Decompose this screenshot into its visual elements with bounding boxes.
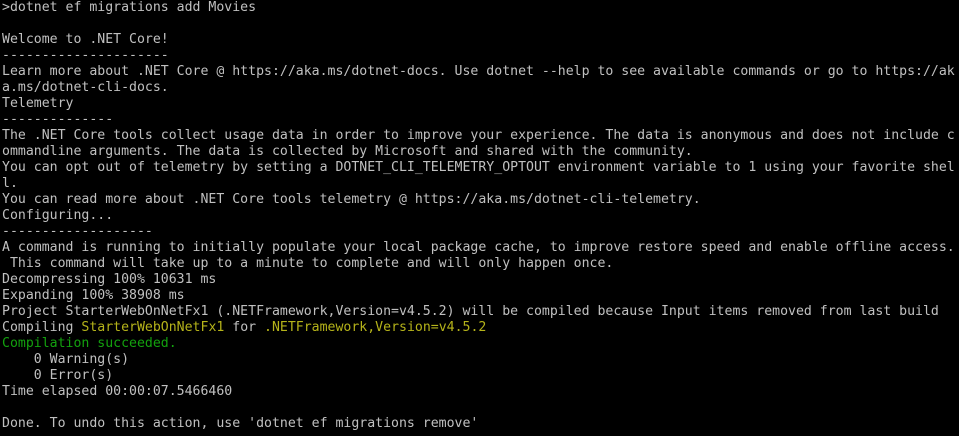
welcome-divider: --------------------- <box>2 48 169 63</box>
console-window[interactable]: >dotnet ef migrations add Movies Welcome… <box>0 0 959 436</box>
welcome-heading: Welcome to .NET Core! <box>2 32 169 47</box>
configuring-divider: ------------------- <box>2 224 153 239</box>
compiling-prefix: Compiling <box>2 320 82 335</box>
command-prompt-line: >dotnet ef migrations add Movies <box>2 0 257 15</box>
telemetry-info-line-wrap: ommandline arguments. The data is collec… <box>2 144 693 159</box>
telemetry-divider: -------------- <box>2 112 114 127</box>
learn-more-line-wrap: a.ms/dotnet-cli-docs. <box>2 80 169 95</box>
telemetry-read-more-line: You can read more about .NET Core tools … <box>2 192 701 207</box>
error-count-line: 0 Error(s) <box>2 368 114 383</box>
telemetry-heading: Telemetry <box>2 96 74 111</box>
compiling-project-name: StarterWebOnNetFx1 <box>81 320 225 335</box>
time-elapsed-line: Time elapsed 00:00:07.5466460 <box>2 384 233 399</box>
done-message-line: Done. To undo this action, use 'dotnet e… <box>2 416 479 431</box>
compilation-result-line: Compilation succeeded. <box>2 336 177 351</box>
project-compile-reason-line: Project StarterWebOnNetFx1 (.NETFramewor… <box>2 304 939 319</box>
compiling-line: Compiling StarterWebOnNetFx1 for .NETFra… <box>0 320 959 336</box>
telemetry-optout-line-wrap: l. <box>2 176 18 191</box>
decompressing-line: Decompressing 100% 10631 ms <box>2 272 217 287</box>
configuring-heading: Configuring... <box>2 208 114 223</box>
package-cache-line-wrap: This command will take up to a minute to… <box>2 256 614 271</box>
telemetry-optout-line: You can opt out of telemetry by setting … <box>2 160 955 175</box>
telemetry-info-line: The .NET Core tools collect usage data i… <box>2 128 955 143</box>
compiling-middle: for <box>224 320 265 335</box>
compiling-framework: .NETFramework,Version=v4.5.2 <box>264 320 487 335</box>
expanding-line: Expanding 100% 38908 ms <box>2 288 185 303</box>
package-cache-line: A command is running to initially popula… <box>2 240 955 255</box>
warning-count-line: 0 Warning(s) <box>2 352 130 367</box>
learn-more-line: Learn more about .NET Core @ https://aka… <box>2 64 955 79</box>
